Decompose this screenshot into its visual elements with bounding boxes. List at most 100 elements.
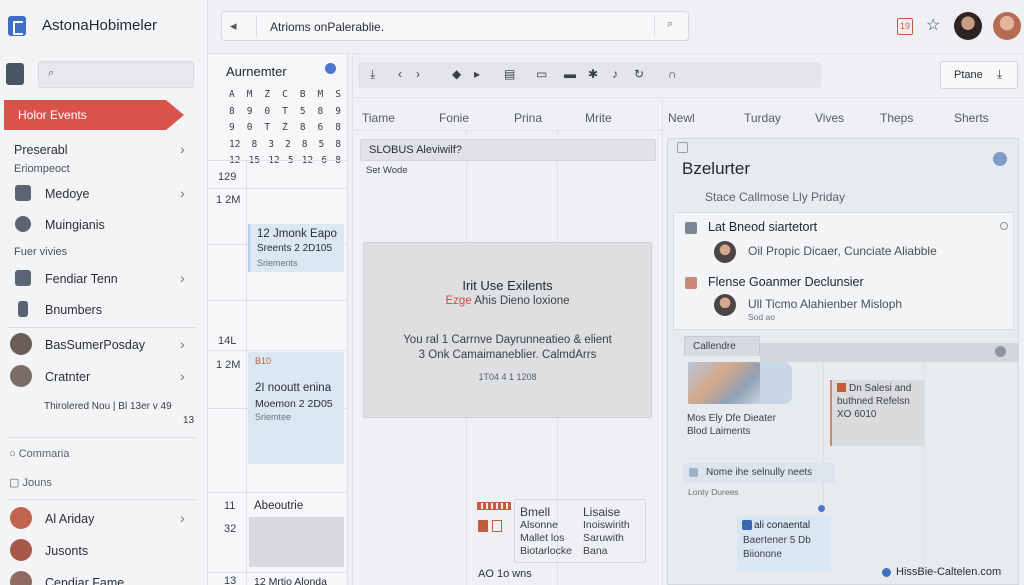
column-header[interactable]: Theps (880, 111, 913, 125)
place-button[interactable]: Ptane ⤓ (940, 61, 1018, 89)
column-header[interactable]: Fonie (439, 111, 469, 125)
mini-card[interactable]: Lisaise Inoiswirith Saruwith Bana (583, 506, 630, 558)
settings-icon[interactable] (995, 346, 1006, 357)
day[interactable]: 9 (335, 104, 341, 121)
person-item[interactable]: Jusonts (0, 538, 206, 564)
back-icon[interactable]: ◂ (230, 18, 237, 34)
address-bar[interactable]: ◂ Atrioms onPalerablie. ⌕ (221, 11, 689, 41)
day[interactable]: 8 (318, 104, 324, 121)
day[interactable]: 9 (247, 104, 253, 121)
search-icon[interactable]: ⌕ (667, 18, 673, 31)
column-header[interactable]: Tiame (362, 111, 395, 125)
day[interactable]: 2 (285, 137, 291, 154)
grid-footer[interactable]: AO 1o wns (478, 568, 532, 580)
column-header[interactable]: Vives (815, 111, 844, 125)
info-icon[interactable] (818, 505, 825, 512)
day[interactable]: 0 (264, 104, 270, 121)
day[interactable]: 8 (335, 120, 341, 137)
chevron-right-icon[interactable]: › (416, 67, 420, 81)
user-icon[interactable] (6, 63, 24, 85)
sidebar-item-bnumbers[interactable]: Bnumbers (0, 297, 206, 323)
day[interactable]: 8 (300, 120, 306, 137)
day[interactable]: 5 (288, 153, 294, 170)
link-jouns[interactable]: ▢ Jouns (9, 476, 52, 489)
link-commaria[interactable]: ○ Commaria (9, 448, 69, 460)
notice-banner[interactable]: SLOBUS Aleviwilf? (360, 139, 656, 161)
weekday: S (335, 89, 341, 100)
mini-calendar-grid[interactable]: AMZCBMS 890T589 90TZ868 12832858 1215125… (229, 87, 347, 170)
column-header[interactable]: Sherts (954, 111, 989, 125)
download-icon[interactable]: ⤓ (370, 67, 375, 82)
calendar-event[interactable]: 12 Jmonk Eapo Sreents 2 2D105 Sriements (248, 224, 344, 272)
star-icon[interactable]: ☆ (926, 15, 940, 35)
day[interactable]: 5 (300, 104, 306, 121)
day[interactable]: T (282, 104, 288, 121)
person-item[interactable]: Cendiar Fame (0, 570, 206, 585)
avatar[interactable] (993, 12, 1021, 40)
close-icon[interactable] (677, 142, 688, 153)
row-title[interactable]: Flense Goanmer Declunsier (708, 275, 864, 289)
event-title[interactable]: Abeoutrie (254, 500, 303, 512)
brand-text[interactable]: HissBie-Caltelen.com (896, 566, 1001, 578)
headphones-icon[interactable]: ∩ (668, 67, 677, 81)
sidebar-item-muingianis[interactable]: Muingianis (0, 212, 206, 238)
day[interactable]: 8 (302, 137, 308, 154)
column-header[interactable]: Newl (668, 111, 695, 125)
day[interactable]: 6 (318, 120, 324, 137)
mini-card[interactable]: Bmell Alsonne Mallet los Biotarlocke (520, 506, 572, 558)
day[interactable]: 6 (321, 153, 327, 170)
day[interactable]: 9 (229, 120, 235, 137)
list-icon[interactable]: ▤ (504, 67, 515, 81)
chevron-left-icon[interactable]: ‹ (398, 67, 402, 81)
sidebar-item-medoye[interactable]: Medoye › (0, 181, 206, 207)
reminder-pill[interactable]: Nome ihe selnully neets (683, 463, 835, 483)
day[interactable]: 15 (249, 153, 260, 170)
row-title[interactable]: Lat Bneod siartetort (708, 220, 817, 234)
sidebar-item-fendiar[interactable]: Fendiar Tenn › (0, 266, 206, 292)
info-icon[interactable] (1000, 222, 1008, 230)
sidebar-search[interactable]: ⌕ (38, 61, 194, 88)
day[interactable]: 8 (335, 153, 341, 170)
day[interactable]: 8 (335, 137, 341, 154)
column-header[interactable]: Mrite (585, 111, 612, 125)
sidebar-item-active[interactable]: Holor Events (4, 100, 184, 130)
avatar[interactable] (954, 12, 982, 40)
column-header[interactable]: Prina (514, 111, 542, 125)
sidebar-item-bassumer[interactable]: BasSumerPosday › (0, 332, 206, 358)
play-icon[interactable]: ▸ (474, 67, 480, 81)
event-title[interactable]: 12 Mrtio Alonda (254, 576, 327, 585)
person-item[interactable]: Al Ariday › (0, 506, 206, 532)
dialog-title: Irit Use Exilents (462, 278, 553, 293)
person-label: Al Ariday (45, 512, 95, 526)
day[interactable]: 12 (268, 153, 279, 170)
tab-callendre[interactable]: Callendre (684, 336, 760, 356)
info-icon[interactable] (325, 63, 336, 74)
sidebar-item-preserabl[interactable]: Preserabl › (0, 137, 206, 163)
day[interactable]: 8 (229, 104, 235, 121)
day[interactable]: 5 (318, 137, 324, 154)
battery-icon[interactable]: ▬ (564, 67, 576, 81)
gear-icon[interactable] (993, 152, 1007, 166)
refresh-icon[interactable]: ↻ (634, 67, 644, 81)
comment-icon[interactable]: ▭ (536, 67, 547, 81)
day[interactable]: 12 (229, 153, 240, 170)
event-photo[interactable] (688, 362, 760, 404)
calendar-event[interactable]: B10 2I nooutt enina Moemon 2 2D05 Sriemt… (248, 352, 344, 464)
day[interactable]: 12 (302, 153, 313, 170)
weekday: A (229, 89, 235, 100)
sidebar-item-cratnter[interactable]: Cratnter › (0, 364, 206, 390)
tag-icon[interactable]: ◆ (452, 67, 461, 81)
calendar-icon[interactable]: 19 (897, 18, 913, 35)
day[interactable]: 8 (251, 137, 257, 154)
dialog[interactable]: Irit Use Exilents Ezge Ahis Dieno loxion… (363, 242, 652, 418)
day[interactable]: 0 (247, 120, 253, 137)
column-header[interactable]: Turday (744, 111, 781, 125)
day[interactable]: 12 (229, 137, 240, 154)
note-card[interactable]: Dn Salesi and buthned Refelsn XO 6010 (830, 380, 924, 446)
panel-event[interactable]: ali conaental Baertener 5 Db Biionone (737, 516, 831, 571)
day[interactable]: Z (282, 120, 288, 137)
settings-icon[interactable]: ✱ (588, 67, 598, 81)
day[interactable]: 3 (268, 137, 274, 154)
mic-icon[interactable]: ♪ (612, 67, 618, 81)
day[interactable]: T (264, 120, 270, 137)
